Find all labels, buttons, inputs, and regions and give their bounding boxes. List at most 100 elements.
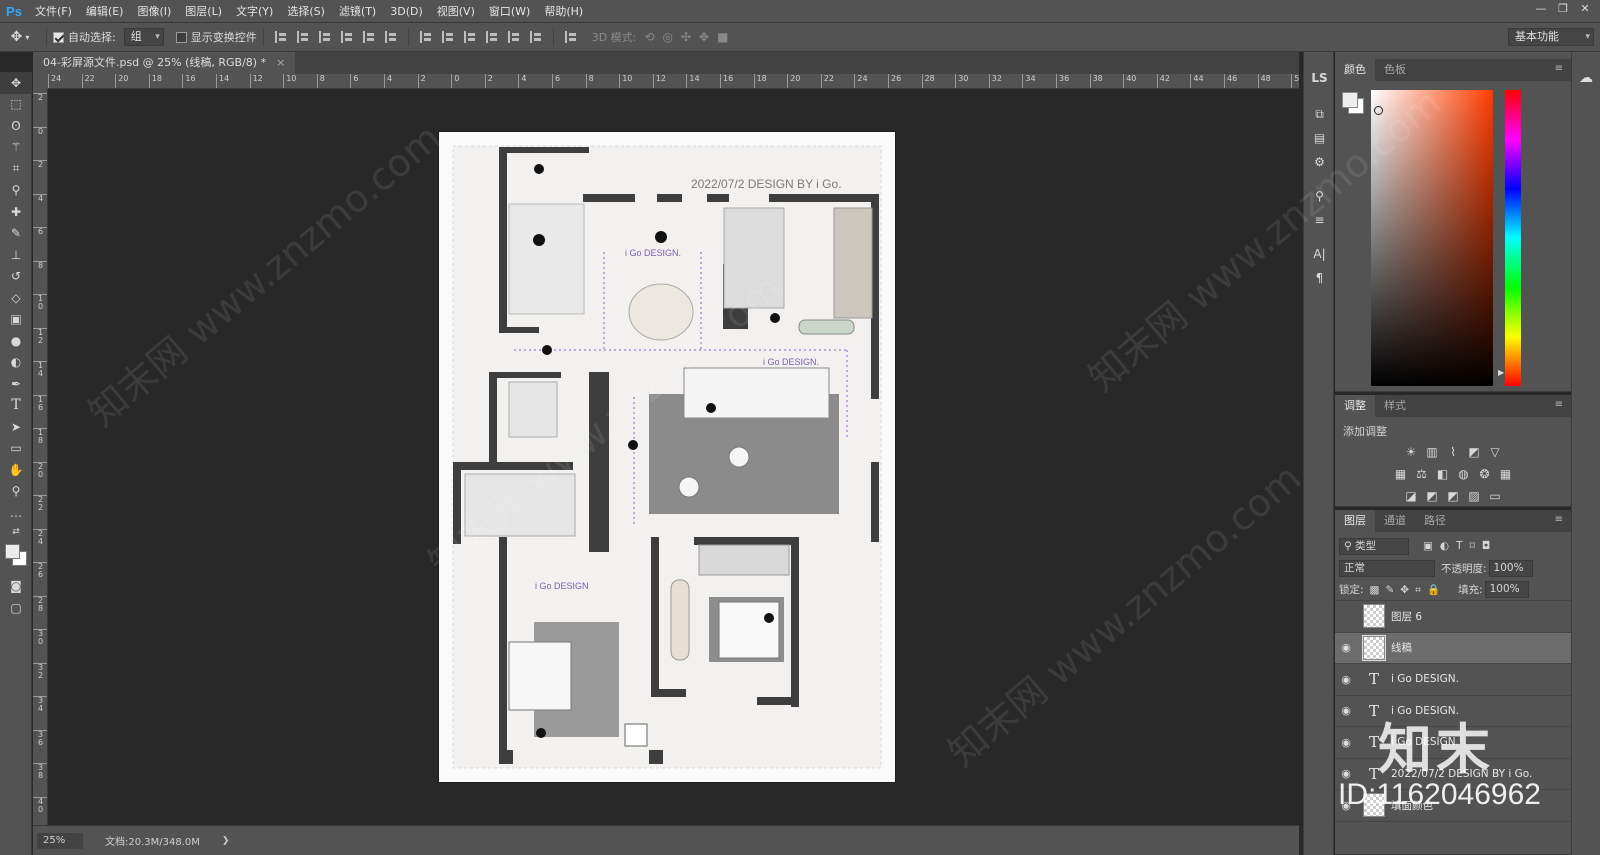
minimize-button[interactable]: — xyxy=(1530,0,1552,18)
libraries-icon[interactable]: LS xyxy=(1304,66,1335,90)
visibility-eye-icon[interactable]: ◉ xyxy=(1335,641,1357,654)
tab-styles[interactable]: 样式 xyxy=(1375,395,1415,417)
menu-3d[interactable]: 3D(D) xyxy=(383,0,430,23)
threshold-icon[interactable]: ◩ xyxy=(1445,488,1461,504)
zoom-tool-icon[interactable]: ⚲ xyxy=(0,481,32,503)
align-left-icon[interactable] xyxy=(340,31,353,43)
menu-filter[interactable]: 滤镜(T) xyxy=(332,0,383,23)
hue-saturation-icon[interactable]: ▦ xyxy=(1393,466,1409,482)
rectangle-tool-icon[interactable]: ▭ xyxy=(0,438,32,460)
hand-tool-icon[interactable]: ✋ xyxy=(0,459,32,481)
curves-icon[interactable]: ⌇ xyxy=(1445,444,1461,460)
close-tab-icon[interactable]: × xyxy=(276,52,285,74)
tab-channels[interactable]: 通道 xyxy=(1375,510,1415,532)
visibility-eye-icon[interactable]: ◉ xyxy=(1335,736,1357,749)
vibrance-icon[interactable]: ▽ xyxy=(1487,444,1503,460)
brush-tool-icon[interactable]: ✎ xyxy=(0,223,32,245)
more-tools-icon[interactable]: … xyxy=(0,502,32,524)
posterize-icon[interactable]: ◩ xyxy=(1424,488,1440,504)
hue-slider[interactable] xyxy=(1505,90,1521,386)
quick-mask-icon[interactable]: ◙ xyxy=(0,576,32,598)
canvas-area[interactable]: 2022/07/2 DESIGN BY i Go. i Go DESIGN. i… xyxy=(48,89,1299,825)
vertical-ruler[interactable]: 2024681 01 21 41 61 82 02 22 42 62 83 03… xyxy=(33,89,48,825)
type-tool-icon[interactable]: T xyxy=(0,395,32,417)
align-hcenter-icon[interactable] xyxy=(362,31,375,43)
menu-window[interactable]: 窗口(W) xyxy=(482,0,537,23)
lasso-tool-icon[interactable]: ʘ xyxy=(0,115,32,137)
tab-paths[interactable]: 路径 xyxy=(1415,510,1455,532)
tab-layers[interactable]: 图层 xyxy=(1335,510,1375,532)
exposure-icon[interactable]: ◩ xyxy=(1466,444,1482,460)
lock-icons[interactable]: ▩✎✥⌗🔒 xyxy=(1370,583,1447,597)
black-white-icon[interactable]: ◧ xyxy=(1435,466,1451,482)
panel-menu-icon[interactable]: ≡ xyxy=(1555,399,1563,410)
tab-adjustments[interactable]: 调整 xyxy=(1335,395,1375,417)
layer-filter-dropdown[interactable]: ⚲ 类型 xyxy=(1339,537,1409,555)
visibility-eye-icon[interactable]: ◉ xyxy=(1335,610,1357,623)
marquee-tool-icon[interactable]: ⬚ xyxy=(0,94,32,116)
move-tool-preset[interactable]: ✥ ▾ xyxy=(0,29,40,45)
gradient-tool-icon[interactable]: ▣ xyxy=(0,309,32,331)
align-bottom-icon[interactable] xyxy=(318,31,331,43)
close-button[interactable]: ✕ xyxy=(1574,0,1596,18)
brightness-icon[interactable]: ☀ xyxy=(1403,444,1419,460)
distribute-right-icon[interactable] xyxy=(529,31,542,43)
brushes-icon[interactable]: ≡ xyxy=(1304,208,1335,232)
picker-foreground-swatch[interactable] xyxy=(1342,92,1358,108)
zoom-level[interactable]: 25% xyxy=(37,832,83,849)
3d-roll-icon[interactable]: ◎ xyxy=(662,30,672,44)
selective-color-icon[interactable]: ▨ xyxy=(1466,488,1482,504)
fill-input[interactable]: 100% xyxy=(1484,581,1529,598)
pen-tool-icon[interactable]: ✒ xyxy=(0,373,32,395)
visibility-eye-icon[interactable]: ◉ xyxy=(1335,704,1357,717)
align-right-icon[interactable] xyxy=(384,31,397,43)
floor-plan-document[interactable]: 2022/07/2 DESIGN BY i Go. i Go DESIGN. i… xyxy=(439,132,895,782)
opacity-input[interactable]: 100% xyxy=(1488,559,1533,577)
color-field[interactable] xyxy=(1371,90,1493,386)
horizontal-ruler[interactable]: 24 22 20 18 16 14 12 10 8 6 4 2 0 2 4 6 8 10 12 14 16 18 20 22 2… xyxy=(48,74,1299,89)
blend-mode-dropdown[interactable]: 正常 xyxy=(1339,559,1435,577)
hue-slider-arrow-icon[interactable]: ▶ xyxy=(1498,368,1504,377)
auto-select-checkbox[interactable]: 自动选择: xyxy=(53,29,116,45)
actions-icon[interactable]: ▤ xyxy=(1304,126,1335,150)
healing-brush-tool-icon[interactable]: ✚ xyxy=(0,201,32,223)
layer-row[interactable]: ◉ 线稿 xyxy=(1335,632,1571,664)
distribute-left-icon[interactable] xyxy=(485,31,498,43)
creative-cloud-icon[interactable]: ☁ xyxy=(1572,70,1600,86)
distribute-vcenter-icon[interactable] xyxy=(441,31,454,43)
3d-slide-icon[interactable]: ✥ xyxy=(699,30,709,44)
invert-icon[interactable]: ◪ xyxy=(1403,488,1419,504)
color-field-cursor[interactable] xyxy=(1374,106,1383,115)
restore-button[interactable]: ❐ xyxy=(1552,0,1574,18)
properties-icon[interactable]: ⚙ xyxy=(1304,150,1335,174)
photo-filter-icon[interactable]: ◍ xyxy=(1456,466,1472,482)
eyedropper-tool-icon[interactable]: ⚲ xyxy=(0,180,32,202)
path-selection-tool-icon[interactable]: ➤ xyxy=(0,416,32,438)
show-transform-checkbox[interactable]: 显示变换控件 xyxy=(175,29,257,45)
brush-settings-icon[interactable]: ⚲ xyxy=(1304,184,1335,208)
distribute-top-icon[interactable] xyxy=(419,31,432,43)
blur-tool-icon[interactable]: ● xyxy=(0,330,32,352)
panel-menu-icon[interactable]: ≡ xyxy=(1555,514,1563,525)
menu-select[interactable]: 选择(S) xyxy=(280,0,332,23)
clone-stamp-tool-icon[interactable]: ⊥ xyxy=(0,244,32,266)
history-brush-tool-icon[interactable]: ↺ xyxy=(0,266,32,288)
auto-align-icon[interactable] xyxy=(564,31,577,43)
layer-row[interactable]: ◉ 图层 6 xyxy=(1335,601,1571,633)
levels-icon[interactable]: ▥ xyxy=(1424,444,1440,460)
history-icon[interactable]: ⧉ xyxy=(1304,102,1335,126)
color-balance-icon[interactable]: ⚖ xyxy=(1414,466,1430,482)
status-menu-arrow-icon[interactable]: ❯ xyxy=(222,836,230,846)
document-tab[interactable]: 04-彩屏源文件.psd @ 25% (线稿, RGB/8) * × xyxy=(33,52,296,74)
panel-menu-icon[interactable]: ≡ xyxy=(1555,63,1563,74)
move-tool-icon[interactable]: ✥ xyxy=(0,72,32,94)
foreground-color-swatch[interactable] xyxy=(5,543,20,559)
3d-camera-icon[interactable]: ■ xyxy=(717,30,728,44)
swap-colors-icon[interactable]: ⇄ xyxy=(0,524,32,540)
menu-view[interactable]: 视图(V) xyxy=(430,0,482,23)
align-top-icon[interactable] xyxy=(274,31,287,43)
align-vcenter-icon[interactable] xyxy=(296,31,309,43)
3d-orbit-icon[interactable]: ⟲ xyxy=(644,30,654,44)
paragraph-icon[interactable]: ¶ xyxy=(1304,266,1335,290)
channel-mixer-icon[interactable]: ❂ xyxy=(1477,466,1493,482)
